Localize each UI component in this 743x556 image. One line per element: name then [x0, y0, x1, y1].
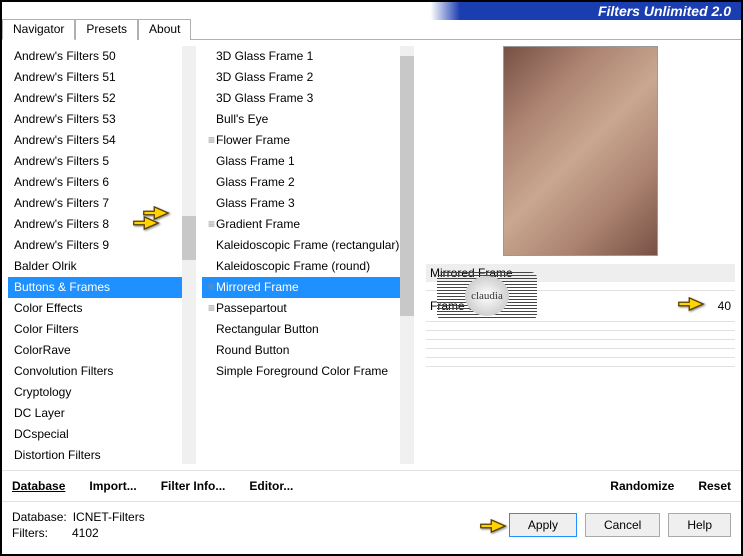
category-list[interactable]: Andrew's Filters 50Andrew's Filters 51An…: [8, 46, 196, 464]
tab-bar: Navigator Presets About: [2, 18, 741, 40]
category-item[interactable]: Andrew's Filters 51: [8, 67, 182, 88]
title-bar: Filters Unlimited 2.0: [2, 2, 741, 20]
category-item[interactable]: Andrew's Filters 52: [8, 88, 182, 109]
filter-item-label: 3D Glass Frame 3: [216, 91, 313, 105]
filter-item[interactable]: Kaleidoscopic Frame (rectangular): [202, 235, 400, 256]
scrollbar-thumb[interactable]: [400, 56, 414, 316]
filter-item-label: Passepartout: [216, 301, 287, 315]
db-label: Database:: [12, 510, 67, 524]
filter-info-link[interactable]: Filter Info...: [161, 479, 226, 493]
cancel-button[interactable]: Cancel: [585, 513, 660, 537]
category-item[interactable]: Color Filters: [8, 319, 182, 340]
filter-item[interactable]: Simple Foreground Color Frame: [202, 361, 400, 382]
filter-item[interactable]: 3D Glass Frame 2: [202, 67, 400, 88]
filter-item-label: Kaleidoscopic Frame (rectangular): [216, 238, 399, 252]
category-item[interactable]: Andrew's Filters 7: [8, 193, 182, 214]
pointer-hand-icon: [479, 515, 507, 537]
import-link[interactable]: Import...: [89, 479, 136, 493]
filter-item-label: Flower Frame: [216, 133, 290, 147]
tab-about[interactable]: About: [138, 19, 191, 40]
param-value: 40: [705, 299, 731, 313]
category-item[interactable]: Andrew's Filters 6: [8, 172, 182, 193]
filter-item[interactable]: 3D Glass Frame 1: [202, 46, 400, 67]
category-item[interactable]: Cryptology: [8, 382, 182, 403]
filter-item[interactable]: Kaleidoscopic Frame (round): [202, 256, 400, 277]
filter-item-label: Bull's Eye: [216, 112, 268, 126]
filter-item-label: Simple Foreground Color Frame: [216, 364, 388, 378]
filter-item-label: Round Button: [216, 343, 289, 357]
randomize-link[interactable]: Randomize: [610, 479, 674, 493]
filter-item-label: 3D Glass Frame 1: [216, 49, 313, 63]
filter-item[interactable]: Round Button: [202, 340, 400, 361]
category-item[interactable]: Andrew's Filters 50: [8, 46, 182, 67]
filter-list[interactable]: 3D Glass Frame 1 3D Glass Frame 2 3D Glass…: [202, 46, 414, 464]
apply-button[interactable]: Apply: [509, 513, 577, 537]
category-item[interactable]: Andrew's Filters 54: [8, 130, 182, 151]
main-area: Andrew's Filters 50Andrew's Filters 51An…: [2, 40, 741, 470]
filter-item-label: Kaleidoscopic Frame (round): [216, 259, 370, 273]
filter-item[interactable]: Bull's Eye: [202, 109, 400, 130]
category-item[interactable]: ColorRave: [8, 340, 182, 361]
filter-item[interactable]: ≡Mirrored Frame: [202, 277, 400, 298]
filter-item-label: Glass Frame 3: [216, 196, 295, 210]
category-item[interactable]: DCspecial: [8, 424, 182, 445]
help-button[interactable]: Help: [668, 513, 731, 537]
filters-count-value: 4102: [72, 526, 99, 540]
tab-navigator[interactable]: Navigator: [2, 19, 75, 40]
filter-item[interactable]: ≡Gradient Frame: [202, 214, 400, 235]
group-marker-icon: ≡: [208, 216, 216, 233]
category-item[interactable]: Andrew's Filters 9: [8, 235, 182, 256]
filter-item[interactable]: Rectangular Button: [202, 319, 400, 340]
category-item[interactable]: Convolution Filters: [8, 361, 182, 382]
param-slider[interactable]: [516, 298, 699, 314]
category-item[interactable]: Balder Olrik: [8, 256, 182, 277]
filter-item-label: Rectangular Button: [216, 322, 319, 336]
bottom-bar: Database: ICNET-Filters Filters: 4102 Ap…: [2, 501, 741, 548]
group-marker-icon: ≡: [208, 300, 216, 317]
category-item[interactable]: Andrew's Filters 53: [8, 109, 182, 130]
category-item[interactable]: Buttons & Frames: [8, 277, 182, 298]
filter-item-label: 3D Glass Frame 2: [216, 70, 313, 84]
current-filter-name: Mirrored Frame: [430, 266, 513, 280]
filter-item[interactable]: ≡Passepartout: [202, 298, 400, 319]
filter-item-label: Glass Frame 2: [216, 175, 295, 189]
scrollbar-thumb[interactable]: [182, 216, 196, 260]
category-item[interactable]: Color Effects: [8, 298, 182, 319]
category-item[interactable]: Andrew's Filters 5: [8, 151, 182, 172]
filter-item[interactable]: Glass Frame 3: [202, 193, 400, 214]
filter-name-bar: Mirrored Frame: [426, 264, 735, 282]
category-column: Andrew's Filters 50Andrew's Filters 51An…: [8, 46, 196, 464]
status-info: Database: ICNET-Filters Filters: 4102: [12, 510, 145, 540]
group-marker-icon: ≡: [208, 279, 216, 296]
window: Filters Unlimited 2.0 Navigator Presets …: [0, 0, 743, 556]
app-title: Filters Unlimited 2.0: [598, 2, 731, 20]
reset-link[interactable]: Reset: [698, 479, 731, 493]
database-link[interactable]: Database: [12, 479, 65, 493]
filter-item[interactable]: ≡Flower Frame: [202, 130, 400, 151]
category-item[interactable]: DC Layer: [8, 403, 182, 424]
group-marker-icon: ≡: [208, 132, 216, 149]
db-value: ICNET-Filters: [73, 510, 145, 524]
editor-link[interactable]: Editor...: [249, 479, 293, 493]
preview-image: [503, 46, 658, 256]
filter-item[interactable]: Glass Frame 2: [202, 172, 400, 193]
filter-item-label: Gradient Frame: [216, 217, 300, 231]
param-label: Frame Size: [430, 299, 510, 313]
filter-item[interactable]: Glass Frame 1: [202, 151, 400, 172]
preview-column: Mirrored Frame Frame Size 40: [420, 46, 735, 464]
category-item[interactable]: Andrew's Filters 8: [8, 214, 182, 235]
link-bar: Database Import... Filter Info... Editor…: [2, 470, 741, 501]
param-row: Frame Size 40: [426, 295, 735, 317]
filter-column: 3D Glass Frame 1 3D Glass Frame 2 3D Glass…: [202, 46, 414, 464]
filter-item[interactable]: 3D Glass Frame 3: [202, 88, 400, 109]
category-item[interactable]: Distortion Filters: [8, 445, 182, 464]
filter-item-label: Mirrored Frame: [216, 280, 299, 294]
scrollbar[interactable]: [182, 46, 196, 464]
filters-count-label: Filters:: [12, 526, 48, 540]
tab-presets[interactable]: Presets: [75, 19, 138, 40]
scrollbar[interactable]: [400, 46, 414, 464]
filter-item-label: Glass Frame 1: [216, 154, 295, 168]
